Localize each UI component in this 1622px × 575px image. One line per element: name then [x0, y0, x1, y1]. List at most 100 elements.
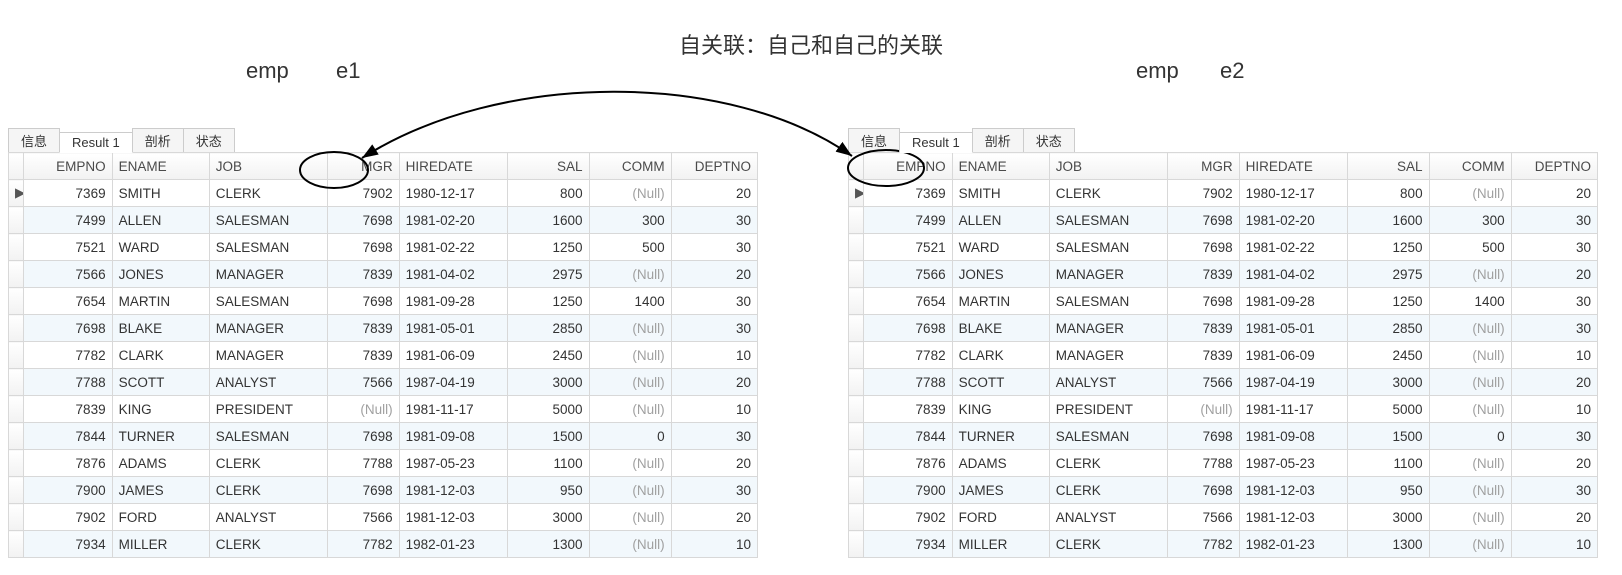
- cell-job[interactable]: CLERK: [209, 450, 328, 477]
- cell-deptno[interactable]: 10: [1511, 396, 1597, 423]
- cell-hiredate[interactable]: 1981-09-08: [1239, 423, 1347, 450]
- col-header-deptno[interactable]: DEPTNO: [1511, 153, 1597, 180]
- cell-comm[interactable]: (Null): [1429, 450, 1511, 477]
- cell-hiredate[interactable]: 1981-11-17: [399, 396, 507, 423]
- cell-job[interactable]: ANALYST: [1049, 369, 1168, 396]
- cell-job[interactable]: MANAGER: [1049, 342, 1168, 369]
- table-row[interactable]: ▶7369SMITHCLERK79021980-12-17800(Null)20: [9, 180, 758, 207]
- table-row[interactable]: 7876ADAMSCLERK77881987-05-231100(Null)20: [849, 450, 1598, 477]
- cell-empno[interactable]: 7654: [864, 288, 952, 315]
- cell-mgr[interactable]: 7698: [328, 288, 399, 315]
- cell-deptno[interactable]: 20: [1511, 504, 1597, 531]
- table-row[interactable]: 7788SCOTTANALYST75661987-04-193000(Null)…: [9, 369, 758, 396]
- cell-deptno[interactable]: 20: [1511, 369, 1597, 396]
- cell-empno[interactable]: 7839: [864, 396, 952, 423]
- cell-deptno[interactable]: 20: [1511, 180, 1597, 207]
- cell-ename[interactable]: ALLEN: [952, 207, 1049, 234]
- cell-hiredate[interactable]: 1980-12-17: [399, 180, 507, 207]
- cell-hiredate[interactable]: 1981-11-17: [1239, 396, 1347, 423]
- cell-empno[interactable]: 7698: [24, 315, 112, 342]
- cell-empno[interactable]: 7844: [864, 423, 952, 450]
- cell-deptno[interactable]: 30: [671, 477, 757, 504]
- cell-ename[interactable]: MILLER: [952, 531, 1049, 558]
- cell-ename[interactable]: WARD: [952, 234, 1049, 261]
- cell-deptno[interactable]: 20: [1511, 450, 1597, 477]
- cell-sal[interactable]: 2975: [1347, 261, 1429, 288]
- cell-sal[interactable]: 3000: [1347, 504, 1429, 531]
- cell-empno[interactable]: 7844: [24, 423, 112, 450]
- table-row[interactable]: 7782CLARKMANAGER78391981-06-092450(Null)…: [849, 342, 1598, 369]
- cell-ename[interactable]: MARTIN: [952, 288, 1049, 315]
- cell-mgr[interactable]: (Null): [328, 396, 399, 423]
- cell-hiredate[interactable]: 1981-09-28: [1239, 288, 1347, 315]
- cell-mgr[interactable]: 7566: [1168, 504, 1239, 531]
- table-row[interactable]: 7566JONESMANAGER78391981-04-022975(Null)…: [849, 261, 1598, 288]
- cell-job[interactable]: SALESMAN: [1049, 423, 1168, 450]
- cell-mgr[interactable]: 7788: [1168, 450, 1239, 477]
- cell-job[interactable]: MANAGER: [209, 315, 328, 342]
- cell-job[interactable]: SALESMAN: [209, 207, 328, 234]
- cell-empno[interactable]: 7782: [24, 342, 112, 369]
- cell-deptno[interactable]: 10: [1511, 531, 1597, 558]
- cell-hiredate[interactable]: 1981-12-03: [1239, 504, 1347, 531]
- cell-job[interactable]: SALESMAN: [1049, 207, 1168, 234]
- cell-comm[interactable]: (Null): [589, 450, 671, 477]
- cell-comm[interactable]: (Null): [1429, 531, 1511, 558]
- cell-empno[interactable]: 7788: [864, 369, 952, 396]
- cell-sal[interactable]: 2450: [507, 342, 589, 369]
- col-header-ename[interactable]: ENAME: [112, 153, 209, 180]
- cell-sal[interactable]: 2450: [1347, 342, 1429, 369]
- cell-comm[interactable]: (Null): [1429, 342, 1511, 369]
- cell-job[interactable]: SALESMAN: [1049, 234, 1168, 261]
- cell-sal[interactable]: 800: [1347, 180, 1429, 207]
- cell-sal[interactable]: 950: [1347, 477, 1429, 504]
- tab-status[interactable]: 状态: [1023, 128, 1075, 152]
- cell-ename[interactable]: MILLER: [112, 531, 209, 558]
- cell-mgr[interactable]: 7782: [328, 531, 399, 558]
- cell-ename[interactable]: BLAKE: [112, 315, 209, 342]
- cell-mgr[interactable]: 7839: [328, 261, 399, 288]
- table-row[interactable]: 7876ADAMSCLERK77881987-05-231100(Null)20: [9, 450, 758, 477]
- cell-deptno[interactable]: 10: [1511, 342, 1597, 369]
- table-row[interactable]: 7654MARTINSALESMAN76981981-09-2812501400…: [9, 288, 758, 315]
- cell-sal[interactable]: 1250: [507, 288, 589, 315]
- col-header-hiredate[interactable]: HIREDATE: [1239, 153, 1347, 180]
- table-row[interactable]: 7934MILLERCLERK77821982-01-231300(Null)1…: [9, 531, 758, 558]
- cell-ename[interactable]: SCOTT: [952, 369, 1049, 396]
- cell-comm[interactable]: 500: [1429, 234, 1511, 261]
- cell-empno[interactable]: 7521: [864, 234, 952, 261]
- cell-sal[interactable]: 1500: [507, 423, 589, 450]
- cell-hiredate[interactable]: 1981-09-08: [399, 423, 507, 450]
- table-row[interactable]: 7839KINGPRESIDENT(Null)1981-11-175000(Nu…: [9, 396, 758, 423]
- cell-sal[interactable]: 2850: [507, 315, 589, 342]
- cell-empno[interactable]: 7839: [24, 396, 112, 423]
- cell-sal[interactable]: 950: [507, 477, 589, 504]
- table-row[interactable]: 7499ALLENSALESMAN76981981-02-20160030030: [849, 207, 1598, 234]
- cell-ename[interactable]: FORD: [952, 504, 1049, 531]
- cell-deptno[interactable]: 10: [671, 531, 757, 558]
- cell-comm[interactable]: 1400: [1429, 288, 1511, 315]
- col-header-mgr[interactable]: MGR: [1168, 153, 1239, 180]
- table-row[interactable]: 7698BLAKEMANAGER78391981-05-012850(Null)…: [849, 315, 1598, 342]
- col-header-sal[interactable]: SAL: [507, 153, 589, 180]
- cell-hiredate[interactable]: 1981-05-01: [399, 315, 507, 342]
- col-header-ename[interactable]: ENAME: [952, 153, 1049, 180]
- cell-deptno[interactable]: 30: [1511, 477, 1597, 504]
- cell-job[interactable]: PRESIDENT: [209, 396, 328, 423]
- cell-ename[interactable]: KING: [952, 396, 1049, 423]
- cell-hiredate[interactable]: 1981-12-03: [399, 504, 507, 531]
- cell-ename[interactable]: BLAKE: [952, 315, 1049, 342]
- table-row[interactable]: 7900JAMESCLERK76981981-12-03950(Null)30: [9, 477, 758, 504]
- cell-mgr[interactable]: 7698: [1168, 288, 1239, 315]
- cell-job[interactable]: MANAGER: [1049, 315, 1168, 342]
- cell-hiredate[interactable]: 1981-09-28: [399, 288, 507, 315]
- cell-mgr[interactable]: 7839: [1168, 315, 1239, 342]
- cell-sal[interactable]: 2850: [1347, 315, 1429, 342]
- cell-mgr[interactable]: 7698: [328, 477, 399, 504]
- col-header-mgr[interactable]: MGR: [328, 153, 399, 180]
- cell-empno[interactable]: 7654: [24, 288, 112, 315]
- cell-hiredate[interactable]: 1981-12-03: [1239, 477, 1347, 504]
- cell-empno[interactable]: 7369: [864, 180, 952, 207]
- cell-job[interactable]: ANALYST: [1049, 504, 1168, 531]
- cell-sal[interactable]: 3000: [507, 369, 589, 396]
